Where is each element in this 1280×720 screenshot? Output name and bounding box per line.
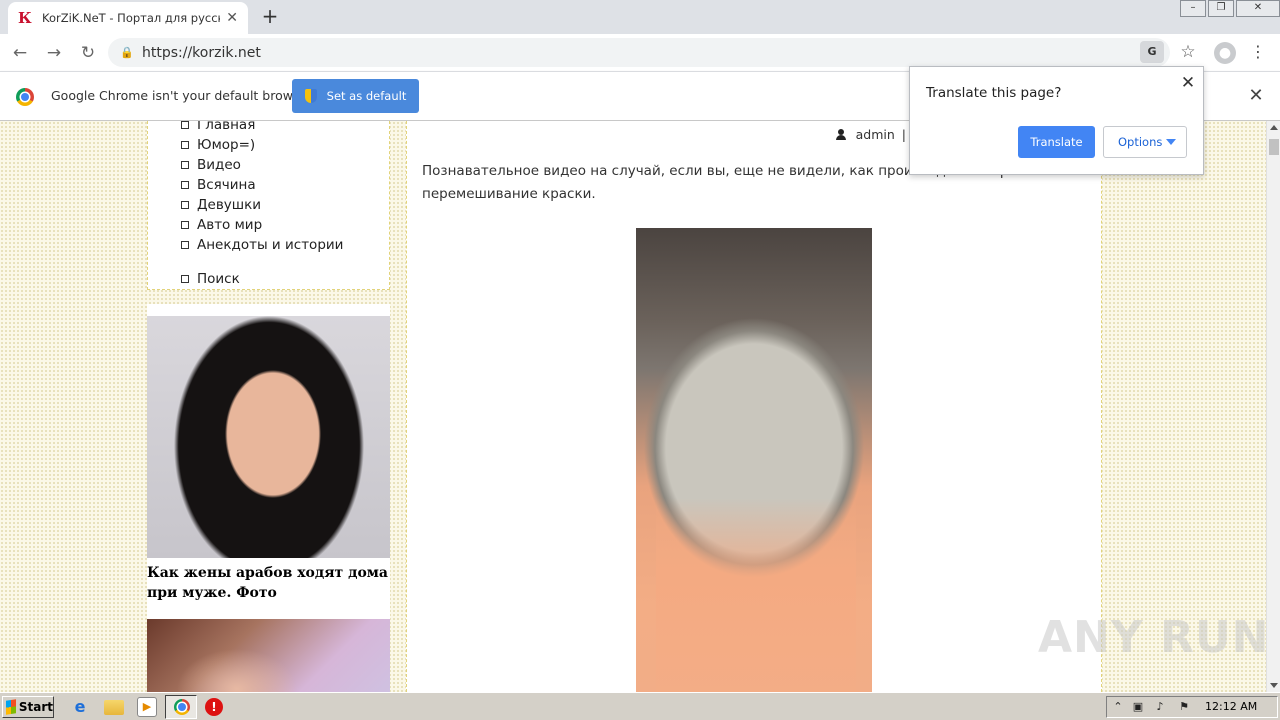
tray-expand-icon[interactable]: ⌃ [1111, 700, 1125, 714]
security-alert-icon[interactable]: ! [205, 698, 223, 716]
sidebar-item-jokes[interactable]: Анекдоты и истории [181, 235, 343, 255]
translate-bubble: Translate this page? ✕ Translate Options [909, 66, 1204, 175]
window-controls: – ❐ ✕ [1178, 0, 1280, 18]
set-default-label: Set as default [326, 89, 407, 103]
ad-image-2[interactable] [147, 619, 390, 692]
chrome-menu-icon[interactable]: ⋮ [1248, 40, 1268, 64]
video-frame [656, 498, 856, 692]
new-tab-button[interactable]: + [258, 5, 282, 29]
shield-icon [304, 89, 317, 103]
page-scrollbar[interactable] [1266, 121, 1280, 692]
web-page: Главная Юмор=) Видео Всячина Девушки Авт… [0, 121, 1266, 692]
address-bar[interactable]: 🔒 https://korzik.net G [108, 38, 1170, 67]
sidebar-item-misc[interactable]: Всячина [181, 175, 256, 195]
bullet-icon [181, 141, 189, 149]
internet-explorer-icon[interactable]: e [70, 697, 90, 717]
infobar-message: Google Chrome isn't your default browser [51, 88, 313, 103]
tab-title: KorZiK.NeT - Портал для русских! [42, 11, 220, 25]
profile-avatar-icon[interactable]: ● [1214, 42, 1236, 64]
tab-strip: К KorZiK.NeT - Портал для русских! ✕ + –… [0, 0, 1280, 34]
windows-logo-icon [6, 699, 16, 715]
bullet-icon [181, 121, 189, 129]
sidebar-item-video[interactable]: Видео [181, 155, 241, 175]
volume-icon[interactable]: ♪ [1153, 700, 1167, 714]
scroll-down-icon[interactable] [1270, 683, 1278, 688]
sidebar-item-home[interactable]: Главная [181, 121, 255, 135]
bullet-icon [181, 161, 189, 169]
window-close-button[interactable]: ✕ [1236, 0, 1280, 17]
infobar-close-icon[interactable]: ✕ [1246, 86, 1266, 106]
set-default-button[interactable]: Set as default [292, 79, 419, 113]
video-player[interactable] [636, 228, 872, 692]
bullet-icon [181, 181, 189, 189]
restore-button[interactable]: ❐ [1208, 0, 1234, 17]
network-icon[interactable]: ▣ [1131, 700, 1145, 714]
translate-icon[interactable]: G [1140, 41, 1164, 63]
post-author[interactable]: admin [856, 127, 895, 142]
browser-tab[interactable]: К KorZiK.NeT - Портал для русских! ✕ [8, 2, 248, 34]
translate-close-icon[interactable]: ✕ [1178, 73, 1198, 93]
back-button[interactable]: ← [6, 39, 34, 67]
taskbar-chrome-button[interactable] [165, 695, 197, 719]
sidebar-item-girls[interactable]: Девушки [181, 195, 261, 215]
bullet-icon [181, 241, 189, 249]
bullet-icon [181, 221, 189, 229]
ad-image[interactable] [147, 316, 390, 558]
post-meta: admin | [835, 127, 906, 142]
translate-title: Translate this page? [926, 85, 1062, 101]
sidebar-item-auto[interactable]: Авто мир [181, 215, 262, 235]
dropdown-caret-icon [1166, 139, 1176, 145]
site-favicon-icon: К [18, 9, 32, 27]
ad-caption-link[interactable]: Как жены арабов ходят дома при муже. Фот… [147, 563, 390, 603]
bullet-icon [181, 201, 189, 209]
start-button[interactable]: Start [2, 696, 54, 718]
chrome-icon [174, 699, 190, 715]
bookmark-star-icon[interactable]: ☆ [1176, 40, 1200, 64]
translate-options-button[interactable]: Options [1103, 126, 1187, 158]
scroll-up-icon[interactable] [1270, 125, 1278, 130]
sidebar-item-search[interactable]: Поиск [181, 269, 240, 289]
media-player-icon[interactable]: ▶ [137, 697, 157, 717]
sidebar-item-humor[interactable]: Юмор=) [181, 135, 255, 155]
sidebar-menu: Главная Юмор=) Видео Всячина Девушки Авт… [147, 121, 390, 290]
taskbar-clock[interactable]: 12:12 AM [1205, 700, 1257, 713]
meta-separator: | [901, 127, 906, 142]
bullet-icon [181, 275, 189, 283]
reload-button[interactable]: ↻ [74, 39, 102, 67]
post-content: admin | Познавательное видео на случай, … [406, 121, 1102, 692]
chrome-logo-icon [16, 88, 34, 106]
system-tray: ⌃ ▣ ♪ ⚑ 12:12 AM [1106, 696, 1278, 718]
minimize-button[interactable]: – [1180, 0, 1206, 17]
forward-button[interactable]: → [40, 39, 68, 67]
lock-icon[interactable]: 🔒 [120, 46, 136, 59]
action-center-flag-icon[interactable]: ⚑ [1177, 700, 1191, 714]
windows-taskbar: Start e ▶ ! ⌃ ▣ ♪ ⚑ 12:12 AM [0, 692, 1280, 720]
anyrun-watermark: ANY RUN [1038, 612, 1270, 663]
tab-close-icon[interactable]: ✕ [226, 10, 238, 26]
url-text: https://korzik.net [142, 44, 261, 61]
scroll-thumb[interactable] [1269, 139, 1279, 155]
user-icon [835, 129, 846, 140]
file-explorer-icon[interactable] [104, 700, 124, 715]
sidebar-ad-block: Как жены арабов ходят дома при муже. Фот… [147, 304, 390, 692]
translate-button[interactable]: Translate [1018, 126, 1095, 158]
